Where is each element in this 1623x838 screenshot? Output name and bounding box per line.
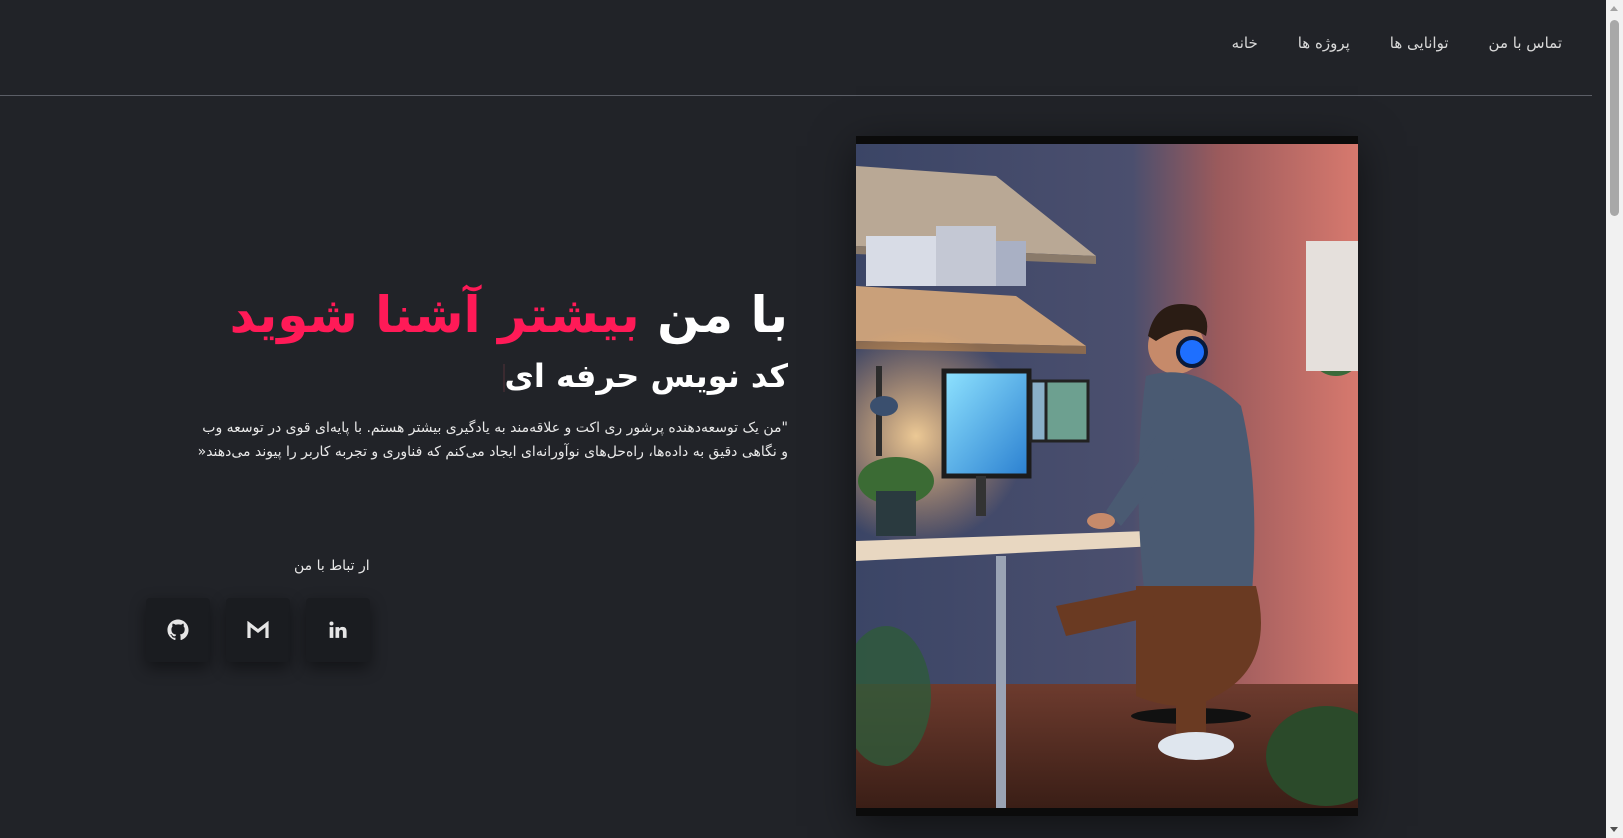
scroll-down-arrow-icon[interactable] — [1610, 827, 1618, 832]
gmail-icon — [247, 621, 269, 639]
nav-item-home[interactable]: خانه — [1232, 34, 1258, 52]
gmail-button[interactable] — [226, 598, 290, 662]
scroll-thumb[interactable] — [1610, 20, 1619, 216]
nav-item-projects[interactable]: پروژه ها — [1298, 34, 1350, 52]
github-button[interactable] — [146, 598, 210, 662]
page: خانه پروژه ها توانایی ها تماس با من با م… — [0, 0, 1623, 838]
hero-title-accent: بیشتر آشنا شوید — [229, 286, 640, 344]
nav-item-skills[interactable]: توانایی ها — [1390, 34, 1449, 52]
hero-title-prefix: با من — [657, 286, 788, 344]
contact-label: ار تباط با من — [294, 558, 370, 574]
hero-subtitle: کد نویس حرفه ای — [140, 354, 788, 398]
linkedin-button[interactable] — [306, 598, 370, 662]
hero-description: "من یک توسعه‌دهنده پرشور ری اکت و علاقه‌… — [140, 416, 788, 464]
hero-text: با من بیشتر آشنا شوید کد نویس حرفه ای "م… — [140, 282, 788, 464]
nav-links: خانه پروژه ها توانایی ها تماس با من — [1232, 34, 1562, 52]
linkedin-icon — [328, 620, 348, 640]
scroll-up-arrow-icon[interactable] — [1610, 6, 1618, 11]
developer-illustration — [856, 136, 1358, 816]
hero-description-line-1: "من یک توسعه‌دهنده پرشور ری اکت و علاقه‌… — [202, 420, 788, 436]
hero-subtitle-text: کد نویس حرفه ای — [504, 357, 788, 395]
hero-title: با من بیشتر آشنا شوید — [140, 282, 788, 348]
nav-item-contact[interactable]: تماس با من — [1489, 34, 1562, 52]
github-icon — [167, 619, 189, 641]
vertical-scrollbar[interactable] — [1606, 0, 1623, 838]
navbar: خانه پروژه ها توانایی ها تماس با من — [0, 0, 1592, 96]
hero-description-line-2: و نگاهی دقیق به داده‌ها، راه‌حل‌های نوآو… — [197, 444, 788, 460]
